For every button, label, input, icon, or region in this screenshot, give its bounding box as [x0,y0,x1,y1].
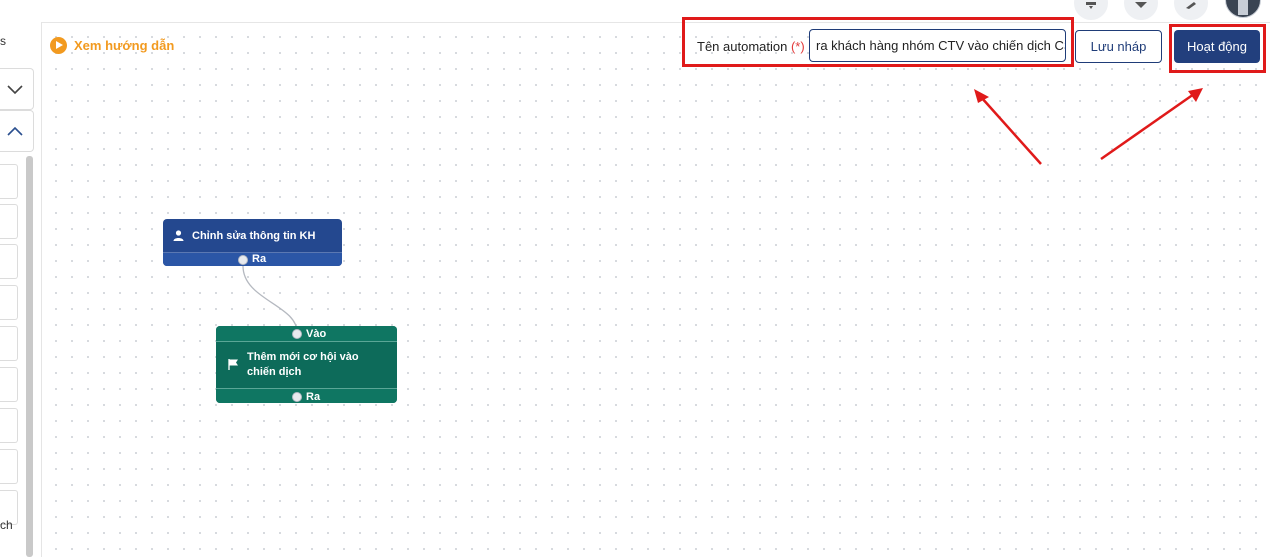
play-icon [50,37,67,54]
user-avatar[interactable] [1225,0,1261,18]
guide-link[interactable]: Xem hướng dẫn [50,37,174,54]
rocket-icon[interactable] [1174,0,1208,20]
output-label: Ra [306,391,321,403]
output-label: Ra [252,253,267,265]
node-body: Thêm mới cơ hội vào chiến dịch [216,342,397,388]
guide-label: Xem hướng dẫn [74,38,175,53]
send-icon[interactable] [1124,0,1158,20]
user-icon [173,230,184,241]
flow-canvas[interactable] [42,23,1270,557]
input-port[interactable] [292,329,302,339]
top-bar [0,0,1270,23]
left-panel: s [0,22,42,557]
panel-item[interactable] [0,408,18,443]
input-label: Vào [306,328,327,340]
panel-item[interactable] [0,285,18,320]
left-panel-bottom-label: ch [0,518,13,532]
bell-icon[interactable] [1074,0,1108,20]
output-port[interactable] [292,392,302,402]
required-mark: (*) [790,39,805,54]
node-header: Chỉnh sửa thông tin KH [163,219,342,252]
panel-item[interactable] [0,326,18,361]
output-port[interactable] [238,255,248,265]
panel-item[interactable] [0,244,18,279]
activate-button[interactable]: Hoạt động [1174,30,1260,63]
node-title: Chỉnh sửa thông tin KH [192,229,316,242]
automation-name-input[interactable]: ra khách hàng nhóm CTV vào chiến dịch CS [809,29,1066,62]
chevron-up-icon [7,126,23,136]
panel-item[interactable] [0,449,18,484]
automation-name-label: Tên automation (*) [697,39,805,54]
node-output-bar: Ra [163,252,342,266]
node-input-bar: Vào [216,326,397,342]
automation-name-text: Tên automation [697,39,788,54]
panel-item[interactable] [0,164,18,199]
flag-icon [228,359,238,370]
flow-node-add-opportunity[interactable]: Vào Thêm mới cơ hội vào chiến dịch Ra [216,326,397,403]
node-title: Thêm mới cơ hội vào chiến dịch [247,351,359,378]
left-panel-scrollbar[interactable] [26,156,33,557]
chevron-down-icon [7,85,23,95]
left-panel-label: s [0,34,6,48]
node-output-bar: Ra [216,388,397,403]
save-draft-button[interactable]: Lưu nháp [1075,30,1162,63]
panel-item[interactable] [0,204,18,239]
collapse-toggle-2[interactable] [0,110,34,152]
collapse-toggle-1[interactable] [0,68,34,110]
flow-node-edit-customer[interactable]: Chỉnh sửa thông tin KH Ra [163,219,342,266]
panel-item[interactable] [0,367,18,402]
